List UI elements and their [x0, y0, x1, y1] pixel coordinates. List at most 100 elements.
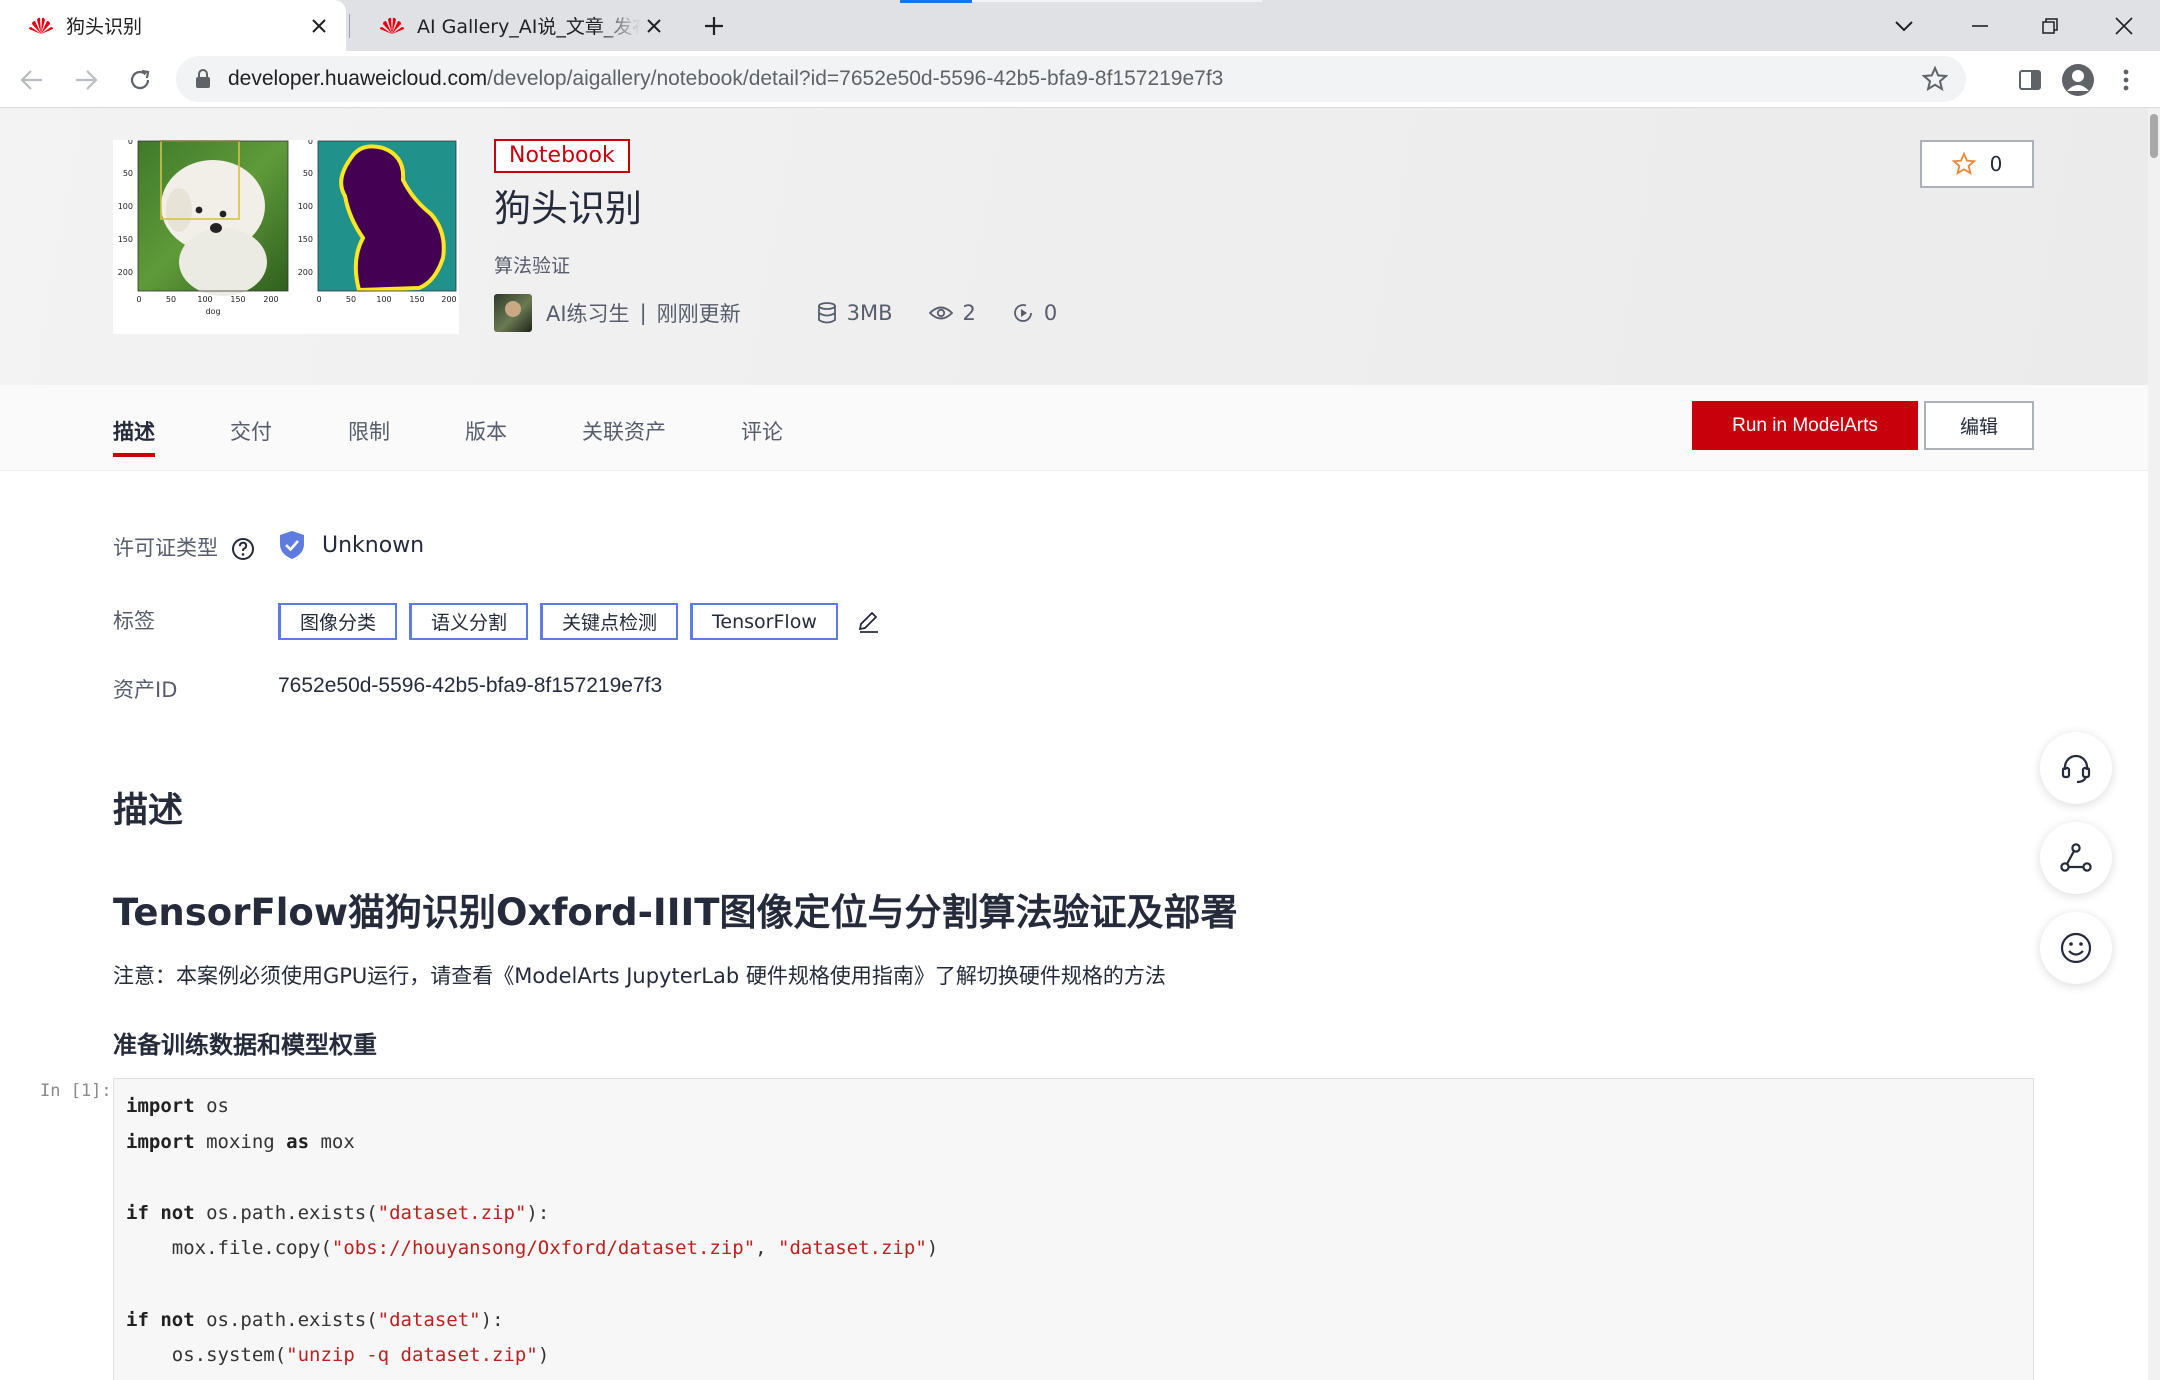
tag-item[interactable]: 图像分类 [278, 603, 398, 640]
close-tab-icon[interactable] [641, 13, 667, 39]
tick-label: 100 [197, 295, 212, 304]
run-count-icon [1014, 304, 1032, 322]
author-name[interactable]: AI练习生 [546, 298, 630, 328]
eye-icon [928, 306, 953, 320]
gpu-notice: 注意：本案例必须使用GPU运行，请查看《ModelArts JupyterLab… [113, 964, 1166, 988]
tick-label: 150 [298, 235, 313, 244]
code-line: os.system("unzip -q dataset.zip") [126, 1344, 550, 1367]
database-icon [817, 302, 836, 324]
license-label-text: 许可证类型 [113, 536, 218, 560]
notebook-subheading: 准备训练数据和模型权重 [113, 1031, 377, 1059]
asset-id-label: 资产ID [113, 678, 178, 702]
lock-icon[interactable] [192, 67, 214, 91]
address-bar[interactable]: developer.huaweicloud.com/develop/aigall… [176, 56, 1966, 102]
axis-label: dog [205, 307, 220, 316]
browser-tab-strip: 狗头识别 AI Gallery_AI说_文章_发布_华为云 [0, 0, 2160, 51]
profile-avatar-icon[interactable] [2060, 62, 2096, 98]
tick-label: 50 [166, 295, 176, 304]
tick-label: 100 [376, 295, 391, 304]
huawei-logo-icon [379, 16, 405, 36]
shield-check-icon [280, 531, 304, 559]
close-tab-icon[interactable] [306, 13, 332, 39]
tab-versions[interactable]: 版本 [465, 416, 507, 446]
tag-item[interactable]: 关键点检测 [540, 603, 679, 640]
page-scrollbar[interactable] [2148, 108, 2160, 1380]
share-button[interactable] [2040, 822, 2112, 894]
author-avatar[interactable] [494, 294, 532, 332]
tag-item[interactable]: TensorFlow [690, 603, 838, 640]
tab-search-chevron-icon[interactable] [1874, 0, 1934, 51]
code-line: if not os.path.exists("dataset.zip"): [126, 1201, 550, 1224]
restore-icon[interactable] [2020, 0, 2080, 51]
tick-label: 100 [118, 202, 133, 211]
tick-label: 0 [136, 295, 141, 304]
views-value: 2 [962, 301, 976, 325]
tab-description[interactable]: 描述 [113, 416, 155, 457]
browser-tab-inactive[interactable]: AI Gallery_AI说_文章_发布_华为云 [351, 0, 681, 51]
code-line: import moxing as mox [126, 1130, 355, 1153]
minimize-icon[interactable] [1950, 0, 2010, 51]
tick-label: 200 [118, 268, 133, 277]
smiley-icon [2060, 932, 2092, 964]
star-icon [1951, 152, 1976, 176]
new-tab-plus-icon[interactable] [698, 10, 730, 42]
tick-label: 200 [298, 268, 313, 277]
tab-restrictions[interactable]: 限制 [348, 416, 390, 446]
tick-label: 50 [346, 295, 356, 304]
bookmark-star-icon[interactable] [1921, 65, 1949, 92]
code-line: mox.file.copy("obs://houyansong/Oxford/d… [126, 1237, 939, 1260]
asset-title: 狗头识别 [494, 187, 642, 230]
meta-separator: | [639, 301, 647, 325]
views-stat: 2 [928, 301, 976, 325]
edit-button[interactable]: 编辑 [1924, 401, 2034, 450]
forward-arrow-icon[interactable] [68, 62, 104, 98]
cell-prompt: In [1]: [40, 1081, 112, 1101]
runs-stat: 0 [1012, 301, 1057, 325]
help-question-icon[interactable] [231, 537, 255, 561]
back-arrow-icon[interactable] [14, 62, 50, 98]
tick-label: 0 [128, 140, 133, 146]
license-value: Unknown [278, 530, 424, 560]
code-line: if not os.path.exists("dataset"): [126, 1308, 504, 1331]
tab-related-assets[interactable]: 关联资产 [582, 416, 666, 446]
size-stat: 3MB [817, 301, 893, 325]
tick-label: 150 [118, 235, 133, 244]
favorite-button[interactable]: 0 [1920, 140, 2034, 188]
asset-meta: AI练习生 | 刚刚更新 3MB 2 0 [494, 294, 1057, 332]
tab-title: AI Gallery_AI说_文章_发布_华为云 [417, 16, 641, 38]
asset-category: 算法验证 [494, 255, 571, 277]
tab-title: 狗头识别 [66, 16, 143, 38]
reload-icon[interactable] [122, 62, 158, 98]
notebook-heading: TensorFlow猫狗识别Oxford-IIIT图像定位与分割算法验证及部署 [113, 891, 1238, 934]
size-value: 3MB [846, 301, 893, 325]
tick-label: 150 [230, 295, 245, 304]
tag-list: 图像分类 语义分割 关键点检测 TensorFlow [278, 603, 882, 640]
browser-tab-active[interactable]: 狗头识别 [0, 0, 346, 51]
section-title: 描述 [113, 791, 184, 831]
tag-item[interactable]: 语义分割 [409, 603, 529, 640]
customer-service-button[interactable] [2040, 732, 2112, 804]
code-cell: import os import moxing as mox if not os… [113, 1078, 2034, 1380]
tab-comments[interactable]: 评论 [741, 416, 783, 446]
feedback-button[interactable] [2040, 912, 2112, 984]
url-text: developer.huaweicloud.com/develop/aigall… [228, 67, 1224, 90]
close-window-icon[interactable] [2094, 0, 2154, 51]
run-in-modelarts-button[interactable]: Run in ModelArts [1692, 401, 1918, 450]
asset-id-value: 7652e50d-5596-42b5-bfa9-8f157219e7f3 [278, 674, 663, 697]
edit-pencil-icon[interactable] [856, 609, 882, 635]
loading-indicator [900, 0, 972, 3]
scrollbar-thumb[interactable] [2150, 114, 2158, 158]
tab-separator [349, 14, 350, 38]
browser-toolbar: developer.huaweicloud.com/develop/aigall… [0, 51, 2160, 108]
side-panel-icon[interactable] [2012, 62, 2048, 98]
tick-label: 0 [316, 295, 321, 304]
huawei-logo-icon [28, 16, 54, 36]
favorite-count: 0 [1989, 152, 2003, 176]
menu-kebab-icon[interactable] [2108, 62, 2144, 98]
tab-delivery[interactable]: 交付 [230, 416, 272, 446]
asset-thumbnail: 0 50 100 150 200 0 50 100 150 200 dog 0 … [113, 137, 459, 334]
headset-icon [2061, 754, 2091, 784]
tick-label: 150 [409, 295, 424, 304]
